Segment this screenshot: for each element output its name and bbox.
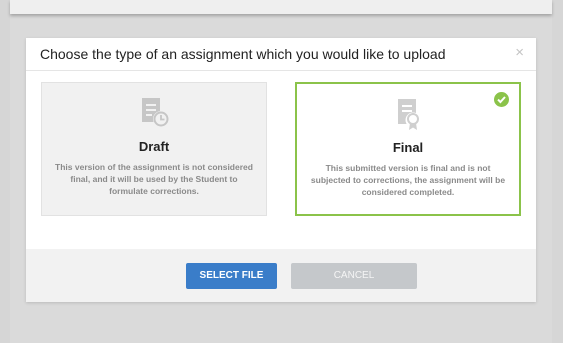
draft-description: This version of the assignment is not co…	[55, 162, 253, 196]
final-description: This submitted version is final and is n…	[310, 163, 506, 197]
background-top-bar	[10, 0, 552, 14]
select-file-button[interactable]: SELECT FILE	[186, 263, 277, 289]
close-button[interactable]: ×	[515, 45, 524, 60]
modal-title: Choose the type of an assignment which y…	[40, 46, 446, 62]
final-option-card[interactable]: Final This submitted version is final an…	[295, 82, 521, 216]
modal-footer: SELECT FILE CANCEL	[26, 249, 536, 302]
draft-title: Draft	[138, 139, 170, 154]
draft-option-card[interactable]: Draft This version of the assignment is …	[41, 82, 267, 216]
upload-type-modal: Choose the type of an assignment which y…	[26, 38, 536, 302]
document-certificate-icon	[398, 99, 421, 130]
selected-check-icon	[494, 92, 509, 107]
cancel-button[interactable]: CANCEL	[291, 263, 417, 289]
modal-header: Choose the type of an assignment which y…	[26, 38, 536, 71]
document-clock-icon	[142, 98, 169, 127]
final-title: Final	[392, 140, 424, 155]
